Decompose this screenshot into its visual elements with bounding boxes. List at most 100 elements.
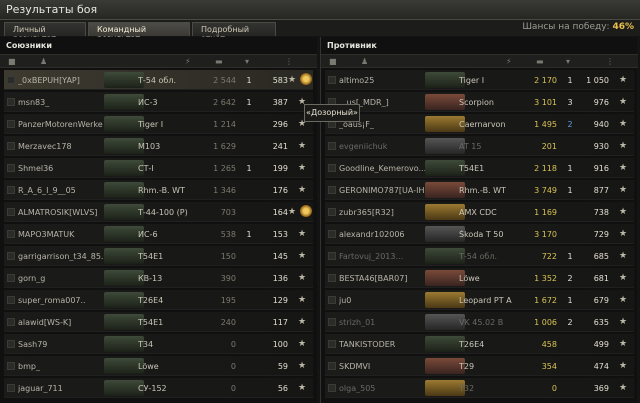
table-row[interactable]: evgeniichuk AT 15 201 930 ★ xyxy=(325,136,634,156)
squad-icon[interactable]: ■ xyxy=(8,57,16,66)
damage-value: 1 214 xyxy=(213,120,236,129)
vehicle-icon[interactable]: ▬ xyxy=(536,57,544,66)
squad-icon xyxy=(7,98,15,106)
table-row[interactable]: altimo25 Tiger I 2 170 1 1 050 ★ xyxy=(325,70,634,90)
player-name[interactable]: msn83_ xyxy=(18,98,104,107)
table-row[interactable]: Sash79 T34 0 100 ★ xyxy=(4,334,313,354)
sort-chevron-icon[interactable]: ▾ xyxy=(245,57,249,66)
achievement-badge-icon[interactable] xyxy=(300,205,312,217)
exp-value: 129 xyxy=(272,296,288,305)
player-name[interactable]: alexandr102006 xyxy=(339,230,425,239)
player-name[interactable]: super_roma007.. xyxy=(18,296,104,305)
exp-icon[interactable]: ⋮ xyxy=(285,57,293,66)
player-name[interactable]: altimo25 xyxy=(339,76,425,85)
tab-team-result[interactable]: Командный результат xyxy=(88,22,190,43)
star-icon: ★ xyxy=(619,361,628,371)
table-row[interactable]: garrigarrison_t34_85... T54E1 150 145 ★ xyxy=(4,246,313,266)
table-row[interactable]: strizh_01 VK 45.02 B 1 006 2 635 ★ xyxy=(325,312,634,332)
player-name[interactable]: olga_505 xyxy=(339,384,425,393)
squad-icon xyxy=(328,142,336,150)
table-row[interactable]: _oaus¡F_ Caernarvon 1 495 2 940 ★ xyxy=(325,114,634,134)
kills-value: 1 xyxy=(246,76,252,85)
table-row[interactable]: SKDMVI T29 354 474 ★ xyxy=(325,356,634,376)
player-name[interactable]: TANKISTODER xyxy=(339,340,425,349)
vehicle-name: T26E4 xyxy=(138,296,164,305)
vehicle-name: СТ-I xyxy=(138,164,154,173)
player-name[interactable]: R_A_6_I_9__05 xyxy=(18,186,104,195)
player-name[interactable]: ALMATROSIK[WLVS] xyxy=(18,208,104,217)
player-name[interactable]: BESTA46[BAR07] xyxy=(339,274,425,283)
table-row[interactable]: MAPO3MATUK ИС-6 538 1 153 ★ xyxy=(4,224,313,244)
table-row[interactable]: Merzavec178 M103 1 629 241 ★ xyxy=(4,136,313,156)
player-name[interactable]: Shmel36 xyxy=(18,164,104,173)
damage-value: 1 346 xyxy=(213,186,236,195)
player-name[interactable]: zubr365[R32] xyxy=(339,208,425,217)
damage-value: 201 xyxy=(541,142,557,151)
win-chance-label: Шансы на победу: xyxy=(522,22,610,32)
table-row[interactable]: Goodline_Kemerovo... T54E1 2 118 1 916 ★ xyxy=(325,158,634,178)
damage-value: 0 xyxy=(230,340,236,349)
table-row[interactable]: zubr365[R32] AMX CDC 1 169 738 ★ xyxy=(325,202,634,222)
table-row[interactable]: PanzerMotorenWerke Tiger I1 214 296 ★ xyxy=(4,114,313,134)
table-row[interactable]: ALMATROSIK[WLVS] Т-44-100 (Р) 703 164 ★ xyxy=(4,202,313,222)
damage-icon[interactable]: ⚡ xyxy=(185,57,191,66)
player-name[interactable]: PanzerMotorenWerke xyxy=(18,120,104,129)
player-name[interactable]: Goodline_Kemerovo... xyxy=(339,164,425,173)
player-name[interactable]: MAPO3MATUK xyxy=(18,230,104,239)
vehicle-icon[interactable]: ▬ xyxy=(215,57,223,66)
player-name[interactable]: bmp_ xyxy=(18,362,104,371)
player-name[interactable]: ju0 xyxy=(339,296,425,305)
table-row[interactable]: gorn_g КВ-13 390 136 ★ xyxy=(4,268,313,288)
exp-icon[interactable]: ⋮ xyxy=(606,57,614,66)
player-name[interactable]: evgeniichuk xyxy=(339,142,425,151)
table-row[interactable]: GERONIMO787[UA-IH] Rhm.-B. WT 3 749 1 877 ★ xyxy=(325,180,634,200)
vehicle-name: Škoda T 50 xyxy=(459,230,504,239)
table-row[interactable]: ju0 Leopard PT A 1 672 1 679 ★ xyxy=(325,290,634,310)
squad-icon[interactable]: ■ xyxy=(329,57,337,66)
exp-value: 296 xyxy=(272,120,288,129)
exp-value: 940 xyxy=(593,120,609,129)
table-row[interactable]: _0xBEPUH[YAP] Т-54 обл. 2 544 1 583 ★ xyxy=(4,70,313,90)
table-row[interactable]: TANKISTODER T26E4 458 499 ★ xyxy=(325,334,634,354)
achievement-badge-icon[interactable] xyxy=(300,73,312,85)
table-row[interactable]: msn83_ ИС-3 2 642 1 387 ★ xyxy=(4,92,313,112)
tooltip: «Дозорный» xyxy=(304,104,360,122)
table-row[interactable]: ...us[_MDR_] Scorpion 3 101 3 976 ★ xyxy=(325,92,634,112)
player-name[interactable]: gorn_g xyxy=(18,274,104,283)
tab-personal-result[interactable]: Личный результат xyxy=(4,22,86,43)
table-row[interactable]: R_A_6_I_9__05 Rhm.-B. WT 1 346 176 ★ xyxy=(4,180,313,200)
table-row[interactable]: BESTA46[BAR07] Löwe 1 352 2 681 ★ xyxy=(325,268,634,288)
player-name[interactable]: strizh_01 xyxy=(339,318,425,327)
player-icon[interactable]: ♟ xyxy=(40,57,47,66)
player-name[interactable]: Merzavec178 xyxy=(18,142,104,151)
table-row[interactable]: super_roma007.. T26E4 195 129 ★ xyxy=(4,290,313,310)
player-name[interactable]: _0xBEPUH[YAP] xyxy=(18,76,104,85)
player-name[interactable]: GERONIMO787[UA-IH] xyxy=(339,186,425,195)
damage-value: 240 xyxy=(220,318,236,327)
player-name[interactable]: SKDMVI xyxy=(339,362,425,371)
table-row[interactable]: Fartovuj_2013... Т-54 обл. 722 1 685 ★ xyxy=(325,246,634,266)
table-row[interactable]: bmp_ Löwe 0 59 ★ xyxy=(4,356,313,376)
star-icon: ★ xyxy=(298,229,307,239)
table-row[interactable]: Shmel36 СТ-I 1 265 1 199 ★ xyxy=(4,158,313,178)
player-name[interactable]: Fartovuj_2013... xyxy=(339,252,425,261)
vehicle-name: T32 xyxy=(459,384,475,393)
star-icon: ★ xyxy=(619,75,628,85)
sort-chevron-icon[interactable]: ▾ xyxy=(566,57,570,66)
tab-detailed-report[interactable]: Подробный отчёт xyxy=(192,22,276,43)
player-name[interactable]: jaguar_711 xyxy=(18,384,104,393)
star-icon: ★ xyxy=(298,141,307,151)
player-name[interactable]: alawid[WS-K] xyxy=(18,318,104,327)
star-icon: ★ xyxy=(619,229,628,239)
player-name[interactable]: garrigarrison_t34_85... xyxy=(18,252,104,261)
player-name[interactable]: Sash79 xyxy=(18,340,104,349)
table-row[interactable]: alawid[WS-K] T54E1 240 117 ★ xyxy=(4,312,313,332)
damage-icon[interactable]: ⚡ xyxy=(506,57,512,66)
damage-value: 2 642 xyxy=(213,98,236,107)
table-row[interactable]: olga_505 T32 0 369 ★ xyxy=(325,378,634,398)
player-icon[interactable]: ♟ xyxy=(361,57,368,66)
table-row[interactable]: jaguar_711 СУ-152 0 56 ★ xyxy=(4,378,313,398)
squad-icon xyxy=(328,318,336,326)
squad-icon xyxy=(7,340,15,348)
table-row[interactable]: alexandr102006 Škoda T 50 3 170 729 ★ xyxy=(325,224,634,244)
